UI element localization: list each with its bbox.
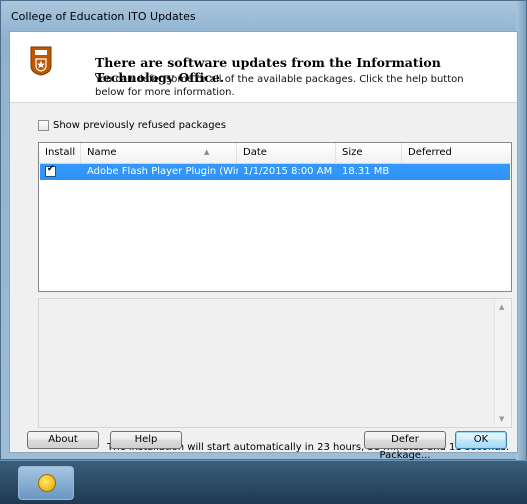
window-title: College of Education ITO Updates xyxy=(11,10,196,23)
column-deferred[interactable]: Deferred xyxy=(402,143,511,163)
dialog-header: There are software updates from the Info… xyxy=(10,32,517,102)
update-app-icon xyxy=(38,474,56,492)
packages-list[interactable]: Install Name ▲ Date Size Deferred Adobe … xyxy=(38,142,512,292)
column-size[interactable]: Size xyxy=(336,143,402,163)
column-date[interactable]: Date xyxy=(237,143,336,163)
taskbar-app-button[interactable] xyxy=(18,466,74,500)
sort-up-icon: ▲ xyxy=(204,148,210,156)
info-text: You can defer some or all of the availab… xyxy=(95,74,464,98)
header-divider xyxy=(10,102,517,103)
help-button[interactable]: Help xyxy=(110,431,182,449)
install-checkbox[interactable] xyxy=(45,164,56,177)
taskbar xyxy=(0,460,527,504)
show-refused-label: Show previously refused packages xyxy=(53,120,227,131)
package-date: 1/1/2015 8:00 AM xyxy=(243,166,333,177)
ok-button[interactable]: OK xyxy=(455,431,507,449)
update-window: College of Education ITO Updates There a… xyxy=(0,0,527,461)
checkbox-box[interactable] xyxy=(38,120,49,131)
package-size: 18.31 MB xyxy=(342,166,390,177)
defer-package-button[interactable]: Defer Package... xyxy=(364,431,446,461)
scroll-down-icon[interactable]: ▼ xyxy=(499,415,504,423)
package-deferred xyxy=(402,164,510,180)
column-install[interactable]: Install xyxy=(39,143,81,163)
show-refused-checkbox[interactable]: Show previously refused packages xyxy=(38,120,226,131)
table-row[interactable]: Adobe Flash Player Plugin (Win, In... 1/… xyxy=(40,164,510,180)
list-header: Install Name ▲ Date Size Deferred xyxy=(39,143,511,164)
details-scrollbar[interactable]: ▲ ▼ xyxy=(494,299,511,427)
scroll-up-icon[interactable]: ▲ xyxy=(499,303,504,311)
ut-seal-icon xyxy=(30,46,52,76)
about-button[interactable]: About xyxy=(27,431,99,449)
column-name-label: Name xyxy=(87,147,117,158)
title-bar[interactable]: College of Education ITO Updates xyxy=(1,1,526,31)
dialog-client: There are software updates from the Info… xyxy=(9,31,518,461)
details-pane: ▲ ▼ xyxy=(38,298,512,428)
package-name: Adobe Flash Player Plugin (Win, In... xyxy=(87,166,238,177)
column-name[interactable]: Name ▲ xyxy=(81,143,237,163)
